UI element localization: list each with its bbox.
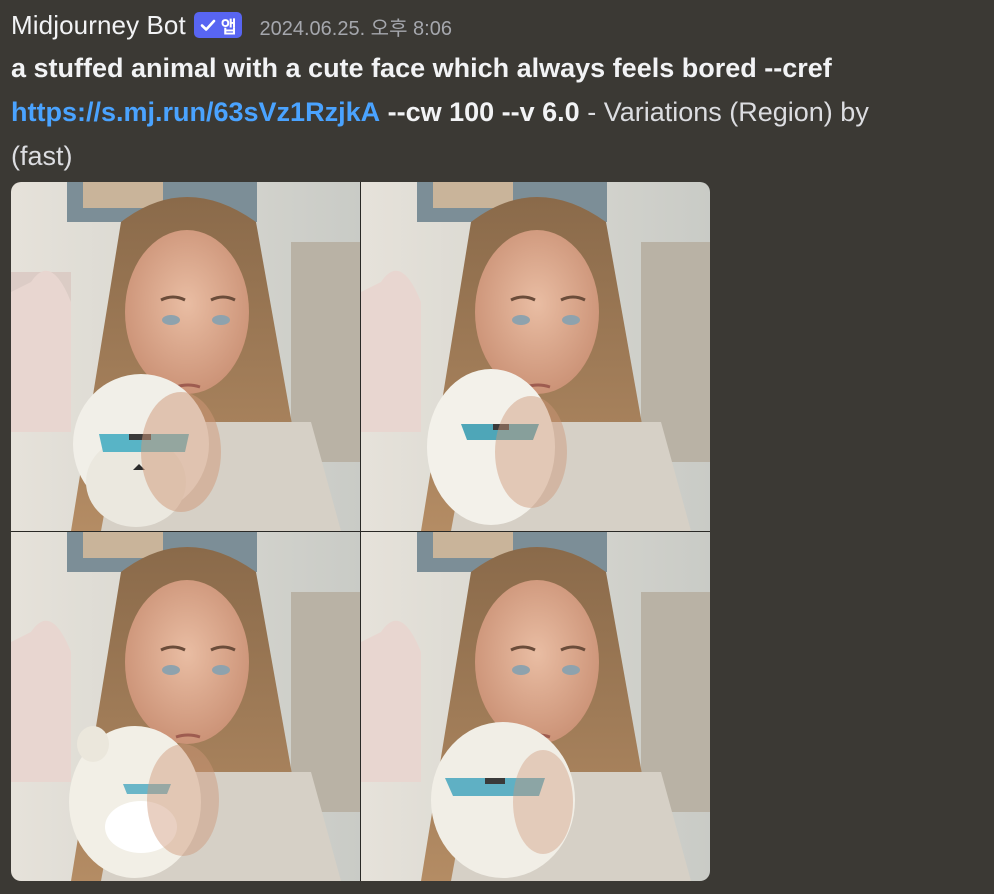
prompt-text: a stuffed animal with a cute face which …: [11, 53, 832, 83]
app-badge-label: 앱: [220, 17, 237, 37]
image-grid-attachment[interactable]: [11, 182, 710, 881]
prompt-params: --cw 100 --v 6.0: [387, 97, 580, 127]
message-header: Midjourney Bot 앱 2024.06.25. 오후 8:06: [11, 8, 452, 42]
image-variation-1[interactable]: [11, 182, 360, 531]
message-content: a stuffed animal with a cute face which …: [11, 46, 991, 178]
image-variation-4[interactable]: [361, 532, 710, 881]
cref-link[interactable]: https://s.mj.run/63sVz1RzjkA: [11, 97, 380, 127]
image-variation-2[interactable]: [361, 182, 710, 531]
generation-mode: (fast): [11, 141, 73, 171]
variation-info: - Variations (Region) by: [579, 97, 869, 127]
author-name[interactable]: Midjourney Bot: [11, 10, 186, 41]
message-timestamp[interactable]: 2024.06.25. 오후 8:06: [259, 12, 452, 41]
checkmark-icon: [200, 19, 216, 31]
chat-message: Midjourney Bot 앱 2024.06.25. 오후 8:06 a s…: [0, 0, 994, 894]
image-variation-3[interactable]: [11, 532, 360, 881]
app-badge: 앱: [193, 12, 243, 38]
